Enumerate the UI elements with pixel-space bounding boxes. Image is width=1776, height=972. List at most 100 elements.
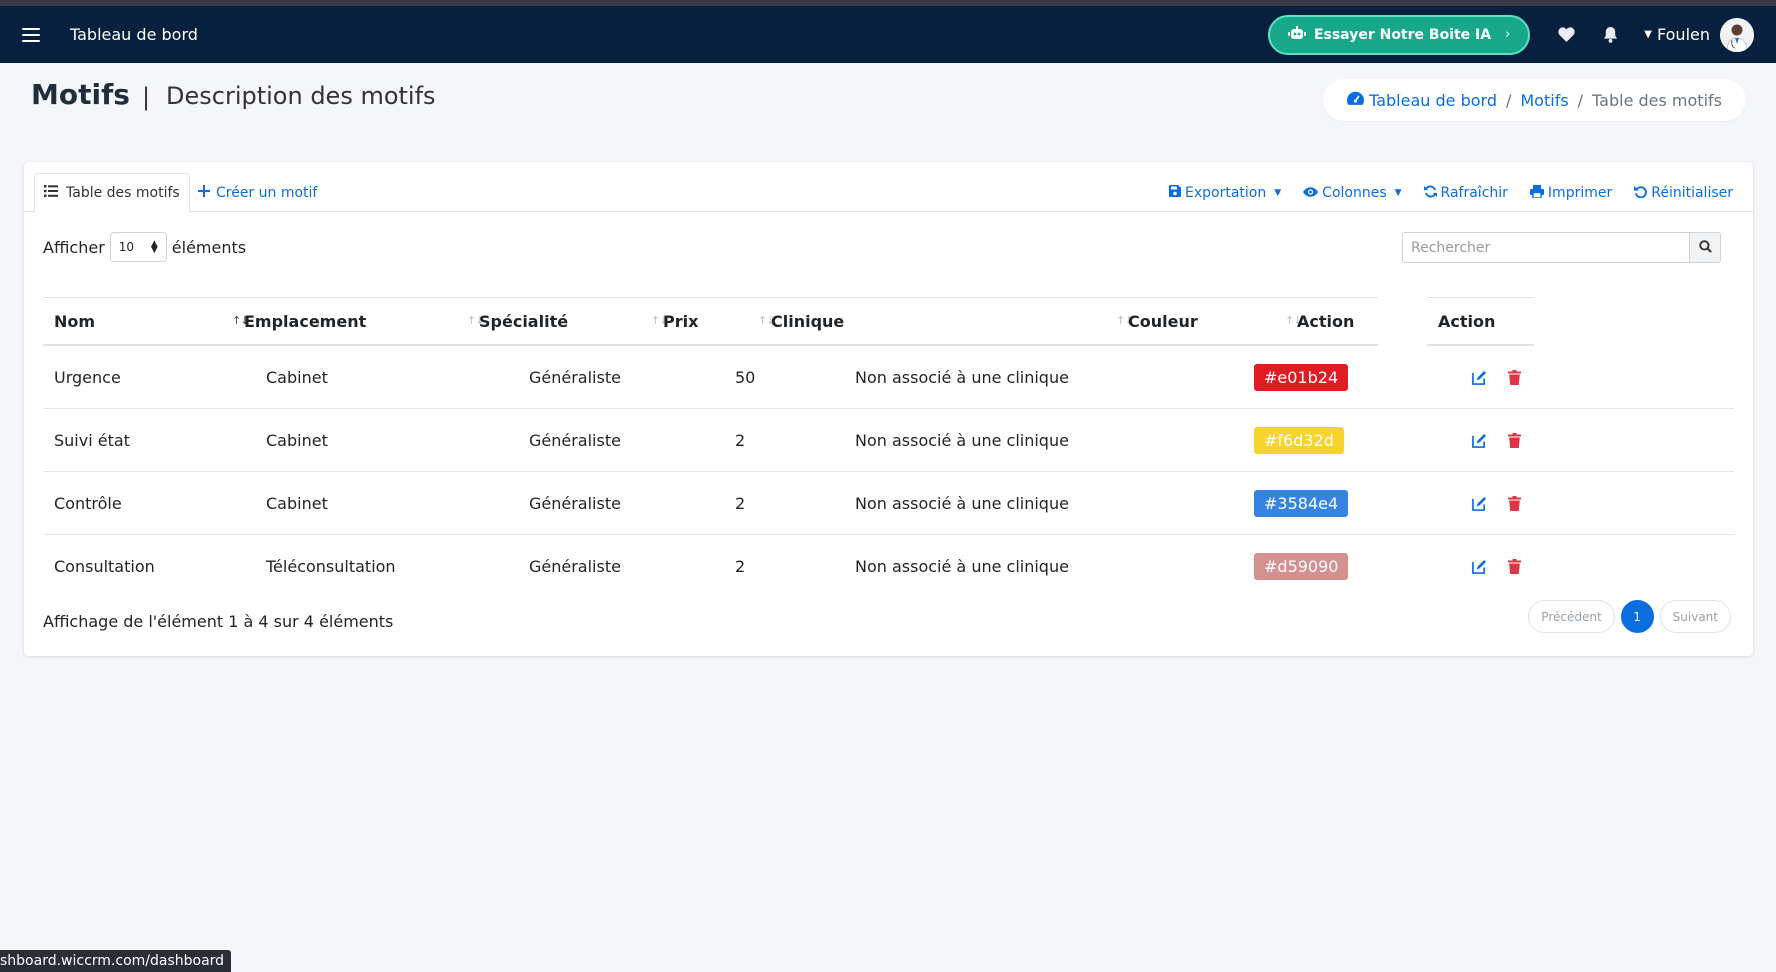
color-badge: #3584e4 bbox=[1254, 489, 1349, 517]
user-menu[interactable]: ▼ Foulen bbox=[1644, 17, 1754, 52]
tab-create-motif[interactable]: Créer un motif bbox=[198, 173, 317, 213]
col-header-action[interactable]: Action bbox=[1297, 298, 1354, 345]
cell-nom: Urgence bbox=[54, 367, 121, 387]
cell-clinique: Non associé à une clinique bbox=[855, 556, 1069, 576]
menu-icon[interactable] bbox=[22, 27, 40, 42]
page-subtitle: Description des motifs bbox=[166, 82, 436, 110]
previous-page-button[interactable]: Précédent bbox=[1528, 600, 1615, 633]
breadcrumb-motifs[interactable]: Motifs bbox=[1520, 91, 1568, 110]
navbar-title[interactable]: Tableau de bord bbox=[70, 25, 198, 44]
bell-icon[interactable] bbox=[1603, 26, 1618, 43]
cell-specialite: Généraliste bbox=[529, 430, 621, 450]
chevron-down-icon: ▼ bbox=[1644, 29, 1652, 40]
cell-prix: 2 bbox=[735, 556, 746, 576]
col-header-prix[interactable]: Prix bbox=[663, 298, 698, 345]
caret-down-icon: ▼ bbox=[1274, 188, 1282, 198]
edit-icon[interactable] bbox=[1472, 559, 1487, 578]
try-ai-label: Essayer Notre Boite IA bbox=[1313, 26, 1492, 43]
table-row: Consultation Téléconsultation Généraliste 2… bbox=[43, 535, 1734, 598]
table-row: Urgence Cabinet Généraliste 50 Non associé à… bbox=[43, 346, 1734, 409]
col-header-emplacement[interactable]: Emplacement bbox=[244, 298, 366, 345]
breadcrumb-separator: / bbox=[1577, 90, 1584, 110]
pagination: Précédent 1 Suivant bbox=[1528, 600, 1731, 633]
cell-clinique: Non associé à une clinique bbox=[855, 430, 1069, 450]
cell-emplacement: Téléconsultation bbox=[266, 556, 396, 576]
edit-icon[interactable] bbox=[1472, 496, 1487, 515]
search-button[interactable] bbox=[1690, 232, 1721, 263]
reset-button[interactable]: Réinitialiser bbox=[1634, 185, 1733, 202]
columns-button[interactable]: Colonnes ▼ bbox=[1303, 185, 1402, 201]
page-length-value: 10 bbox=[118, 240, 135, 254]
table-header-fixed: Action bbox=[1427, 297, 1534, 346]
status-bar-url: shboard.wiccrm.com/dashboard bbox=[0, 950, 232, 972]
cell-nom: Suivi état bbox=[54, 430, 130, 450]
table-info: Affichage de l'élément 1 à 4 sur 4 éléme… bbox=[43, 612, 394, 631]
refresh-button[interactable]: Rafraîchir bbox=[1423, 185, 1508, 202]
col-header-nom[interactable]: Nom bbox=[54, 298, 95, 345]
cell-specialite: Généraliste bbox=[529, 367, 621, 387]
col-header-action-fixed: Action bbox=[1438, 312, 1496, 331]
cell-specialite: Généraliste bbox=[529, 493, 621, 513]
robot-icon bbox=[1287, 25, 1306, 44]
delete-icon[interactable] bbox=[1508, 433, 1521, 452]
export-label: Exportation bbox=[1185, 185, 1267, 201]
title-separator: | bbox=[142, 83, 151, 111]
col-header-clinique[interactable]: Clinique bbox=[771, 298, 844, 345]
breadcrumb-home-label: Tableau de bord bbox=[1369, 90, 1497, 110]
length-label-after: éléments bbox=[171, 237, 247, 257]
color-badge: #d59090 bbox=[1254, 552, 1349, 580]
breadcrumb: Tableau de bord / Motifs / Table des mot… bbox=[1323, 79, 1746, 121]
search-input[interactable]: Rechercher bbox=[1402, 232, 1690, 263]
delete-icon[interactable] bbox=[1508, 370, 1521, 389]
tab-table-motifs[interactable]: Table des motifs bbox=[34, 173, 190, 213]
page-length-control: Afficher 10 ▲ ▼ éléments bbox=[43, 232, 246, 262]
cell-prix: 2 bbox=[735, 493, 746, 513]
next-page-button[interactable]: Suivant bbox=[1659, 600, 1731, 633]
search-icon bbox=[1698, 238, 1712, 257]
heart-icon[interactable] bbox=[1558, 27, 1575, 42]
cell-couleur: #f6d32d bbox=[1254, 409, 1344, 471]
table-header: Nom ↑↓ Emplacement ↑↓ Spécialité ↑↓ Prix… bbox=[43, 297, 1378, 346]
page-title: Motifs bbox=[31, 78, 130, 111]
cell-couleur: #3584e4 bbox=[1254, 472, 1349, 534]
col-header-specialite[interactable]: Spécialité bbox=[479, 298, 568, 345]
color-badge: #e01b24 bbox=[1254, 363, 1349, 391]
breadcrumb-home[interactable]: Tableau de bord bbox=[1347, 91, 1497, 110]
page-header: Motifs | Description des motifs Tableau … bbox=[0, 63, 1776, 159]
delete-icon[interactable] bbox=[1508, 496, 1521, 515]
avatar bbox=[1720, 17, 1754, 52]
printer-icon bbox=[1529, 184, 1544, 202]
card-header: Table des motifs Créer un motif Exportat… bbox=[24, 162, 1753, 213]
reset-label: Réinitialiser bbox=[1651, 185, 1733, 201]
cell-nom: Contrôle bbox=[54, 493, 122, 513]
top-navbar: Tableau de bord Essayer Notre Boite IA ›… bbox=[0, 6, 1776, 63]
col-header-couleur[interactable]: Couleur bbox=[1128, 298, 1198, 345]
cell-emplacement: Cabinet bbox=[266, 430, 328, 450]
cell-prix: 2 bbox=[735, 430, 746, 450]
caret-down-icon: ▼ bbox=[1394, 188, 1402, 198]
print-label: Imprimer bbox=[1547, 185, 1613, 201]
cell-specialite: Généraliste bbox=[529, 556, 621, 576]
tab-table-label: Table des motifs bbox=[66, 185, 180, 201]
print-button[interactable]: Imprimer bbox=[1529, 184, 1613, 202]
delete-icon[interactable] bbox=[1508, 559, 1521, 578]
dashboard-gauge-icon bbox=[1347, 91, 1365, 110]
cell-clinique: Non associé à une clinique bbox=[855, 367, 1069, 387]
color-badge: #f6d32d bbox=[1254, 426, 1344, 454]
edit-icon[interactable] bbox=[1472, 433, 1487, 452]
user-name: Foulen bbox=[1657, 25, 1710, 44]
try-ai-button[interactable]: Essayer Notre Boite IA › bbox=[1267, 14, 1531, 55]
cell-clinique: Non associé à une clinique bbox=[855, 493, 1069, 513]
edit-icon[interactable] bbox=[1472, 370, 1487, 389]
undo-icon bbox=[1634, 185, 1648, 202]
search-box: Rechercher bbox=[1402, 232, 1721, 263]
cell-couleur: #d59090 bbox=[1254, 535, 1349, 597]
length-label-before: Afficher bbox=[43, 237, 105, 257]
sort-arrows-icon: ▲ ▼ bbox=[150, 239, 158, 255]
cell-emplacement: Cabinet bbox=[266, 493, 328, 513]
motifs-card: Table des motifs Créer un motif Exportat… bbox=[24, 162, 1753, 656]
export-button[interactable]: Exportation ▼ bbox=[1169, 185, 1281, 201]
page-1-button[interactable]: 1 bbox=[1620, 600, 1654, 633]
refresh-label: Rafraîchir bbox=[1440, 185, 1508, 201]
page-length-select[interactable]: 10 ▲ ▼ bbox=[109, 232, 167, 262]
